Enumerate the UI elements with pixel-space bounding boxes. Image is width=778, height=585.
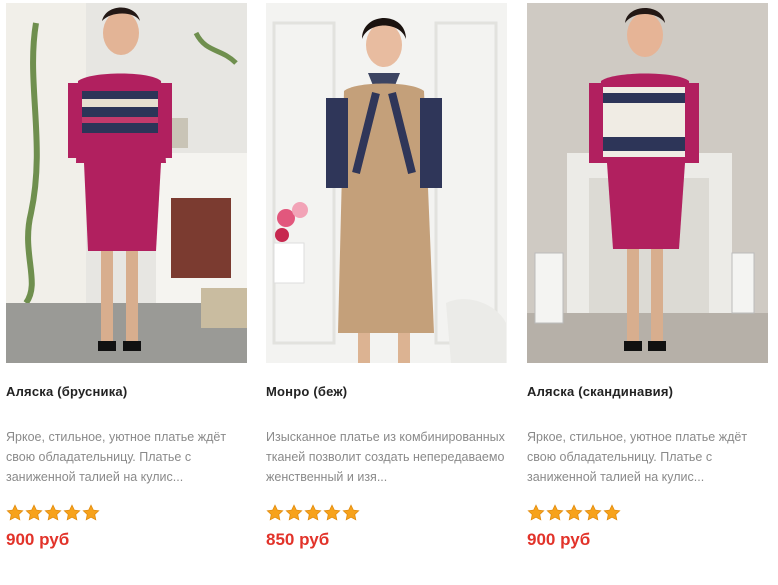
product-image[interactable] [6,3,247,363]
product-description: Яркое, стильное, уютное платье ждёт свою… [6,430,227,484]
star-icon [44,504,62,521]
product-rating [527,504,768,524]
product-description: Изысканное платье из комбинированных тка… [266,430,505,484]
product-image[interactable] [527,3,768,363]
product-image[interactable] [266,3,507,363]
product-rating [6,504,247,524]
product-price: 900 руб [6,530,70,549]
star-icon [63,504,81,521]
product-title[interactable]: Монро (беж) [266,383,507,400]
product-card: Монро (беж) Изысканное платье из комбини… [266,3,507,550]
product-description: Яркое, стильное, уютное платье ждёт свою… [527,430,748,484]
star-icon [285,504,303,521]
star-icon [304,504,322,521]
product-price: 850 руб [266,530,330,549]
product-rating [266,504,507,524]
star-icon [342,504,360,521]
star-icon [603,504,621,521]
star-icon [323,504,341,521]
star-icon [25,504,43,521]
product-price: 900 руб [527,530,591,549]
product-card: Аляска (скандинавия) Яркое, стильное, ую… [527,3,768,550]
star-icon [584,504,602,521]
product-title[interactable]: Аляска (брусника) [6,383,247,400]
star-icon [527,504,545,521]
star-icon [6,504,24,521]
product-title[interactable]: Аляска (скандинавия) [527,383,768,400]
star-icon [565,504,583,521]
star-icon [266,504,284,521]
star-icon [546,504,564,521]
product-card: Аляска (брусника) Яркое, стильное, уютно… [6,3,247,550]
star-icon [82,504,100,521]
